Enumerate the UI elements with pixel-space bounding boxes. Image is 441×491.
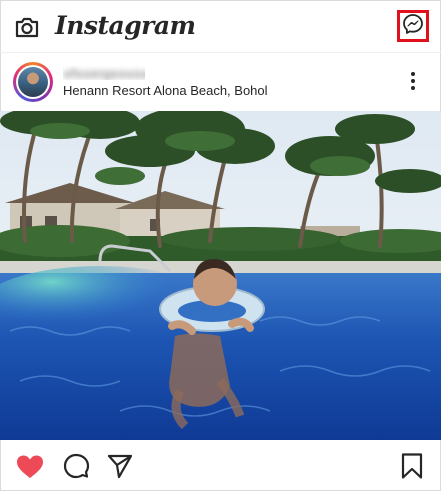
more-options-button[interactable] xyxy=(402,70,424,92)
post-actions xyxy=(0,440,441,491)
camera-icon[interactable] xyxy=(13,13,41,41)
more-icon xyxy=(411,72,415,76)
comment-icon[interactable] xyxy=(62,452,92,482)
avatar[interactable] xyxy=(13,62,53,102)
bookmark-icon[interactable] xyxy=(398,452,428,482)
app-logo: Instagram xyxy=(55,11,196,40)
top-bar: Instagram xyxy=(0,0,441,53)
messenger-icon xyxy=(402,13,424,40)
paper-plane-icon[interactable] xyxy=(106,452,136,482)
messenger-button[interactable] xyxy=(397,10,429,42)
post-image[interactable] xyxy=(0,111,441,440)
post-header: ofsoergeousa Henann Resort Alona Beach, … xyxy=(0,55,441,110)
heart-icon[interactable] xyxy=(15,452,45,482)
post-location[interactable]: Henann Resort Alona Beach, Bohol xyxy=(63,83,268,98)
avatar-image xyxy=(18,67,48,97)
post-username[interactable]: ofsoergeousa xyxy=(63,66,145,80)
